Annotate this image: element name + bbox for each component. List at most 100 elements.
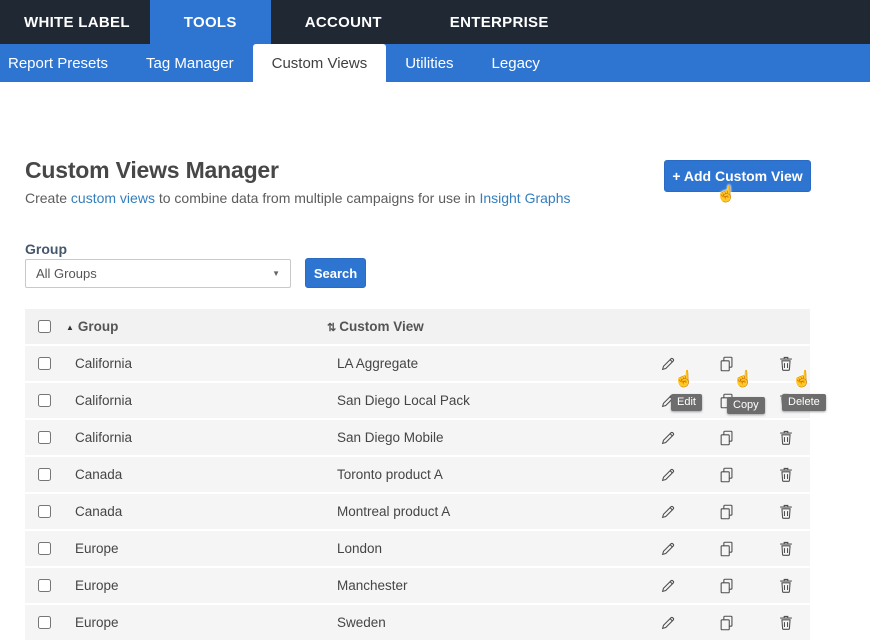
copy-icon: [718, 355, 736, 373]
table-row: California LA Aggregate: [25, 346, 810, 381]
delete-button[interactable]: [776, 613, 796, 633]
search-button[interactable]: Search: [305, 258, 366, 288]
copy-icon: [718, 503, 736, 521]
row-group: Canada: [63, 504, 325, 519]
edit-button[interactable]: [658, 354, 678, 374]
edit-button[interactable]: [658, 576, 678, 596]
copy-icon: [718, 577, 736, 595]
edit-button[interactable]: [658, 465, 678, 485]
copy-icon: [718, 614, 736, 632]
edit-button[interactable]: [658, 613, 678, 633]
delete-button[interactable]: [776, 428, 796, 448]
copy-button[interactable]: [717, 613, 737, 633]
trash-icon: [777, 540, 795, 558]
row-checkbox-cell: [25, 505, 63, 518]
group-select[interactable]: All Groups ▼: [25, 259, 291, 288]
trash-icon: [777, 466, 795, 484]
row-custom-view: San Diego Local Pack: [325, 393, 635, 408]
row-group: California: [63, 393, 325, 408]
topnav-item-white-label[interactable]: WHITE LABEL: [0, 0, 150, 44]
copy-button[interactable]: [717, 465, 737, 485]
row-group: California: [63, 430, 325, 445]
row-checkbox[interactable]: [38, 505, 51, 518]
row-checkbox[interactable]: [38, 542, 51, 555]
insight-graphs-link[interactable]: Insight Graphs: [479, 190, 570, 206]
subnav-item-custom-views[interactable]: Custom Views: [253, 44, 387, 82]
delete-button[interactable]: [776, 502, 796, 522]
subnav-item-report-presets[interactable]: Report Presets: [0, 44, 127, 82]
row-checkbox[interactable]: [38, 468, 51, 481]
row-checkbox-cell: [25, 468, 63, 481]
row-actions: [635, 539, 810, 559]
row-custom-view: San Diego Mobile: [325, 430, 635, 445]
header-checkbox-cell: [25, 320, 63, 333]
topnav-item-enterprise[interactable]: ENTERPRISE: [416, 0, 583, 44]
topnav-item-tools[interactable]: TOOLS: [150, 0, 271, 44]
edit-button[interactable]: [658, 502, 678, 522]
page-title: Custom Views Manager: [25, 157, 279, 184]
pencil-icon: [659, 577, 677, 595]
pencil-icon: [659, 614, 677, 632]
topnav-item-account[interactable]: ACCOUNT: [271, 0, 416, 44]
row-checkbox-cell: [25, 431, 63, 444]
row-custom-view: LA Aggregate: [325, 356, 635, 371]
row-actions: [635, 428, 810, 448]
copy-button[interactable]: [717, 576, 737, 596]
row-group: Europe: [63, 541, 325, 556]
row-checkbox[interactable]: [38, 394, 51, 407]
delete-tooltip: Delete: [782, 394, 826, 411]
row-checkbox-cell: [25, 357, 63, 370]
sub-nav: Report Presets Tag Manager Custom Views …: [0, 44, 870, 82]
table-row: Europe London: [25, 531, 810, 566]
delete-button[interactable]: [776, 576, 796, 596]
table-row: Europe Manchester: [25, 568, 810, 603]
delete-button[interactable]: [776, 465, 796, 485]
select-all-checkbox[interactable]: [38, 320, 51, 333]
table-row: Canada Montreal product A: [25, 494, 810, 529]
table-row: California San Diego Mobile: [25, 420, 810, 455]
row-checkbox[interactable]: [38, 616, 51, 629]
table-row: Europe Sweden: [25, 605, 810, 640]
row-custom-view: Toronto product A: [325, 467, 635, 482]
group-filter-label: Group: [25, 241, 67, 257]
chevron-down-icon: ▼: [272, 269, 280, 278]
row-actions: [635, 576, 810, 596]
edit-tooltip: Edit: [671, 394, 702, 411]
custom-views-link[interactable]: custom views: [71, 190, 155, 206]
row-group: Canada: [63, 467, 325, 482]
header-custom-view[interactable]: ⇅Custom View: [325, 319, 635, 334]
edit-button[interactable]: [658, 428, 678, 448]
page-subtitle: Create custom views to combine data from…: [25, 190, 571, 206]
subtitle-text: Create: [25, 190, 71, 206]
row-checkbox[interactable]: [38, 431, 51, 444]
row-custom-view: Manchester: [325, 578, 635, 593]
pencil-icon: [659, 355, 677, 373]
header-group-label: Group: [78, 319, 119, 334]
header-group[interactable]: ▲Group: [63, 319, 325, 334]
subnav-item-utilities[interactable]: Utilities: [386, 44, 472, 82]
subnav-item-legacy[interactable]: Legacy: [473, 44, 559, 82]
row-group: California: [63, 356, 325, 371]
row-custom-view: Montreal product A: [325, 504, 635, 519]
copy-button[interactable]: [717, 539, 737, 559]
row-checkbox[interactable]: [38, 357, 51, 370]
trash-icon: [777, 429, 795, 447]
group-select-value: All Groups: [36, 266, 97, 281]
row-checkbox[interactable]: [38, 579, 51, 592]
copy-button[interactable]: [717, 354, 737, 374]
copy-button[interactable]: [717, 502, 737, 522]
delete-button[interactable]: [776, 539, 796, 559]
delete-button[interactable]: [776, 354, 796, 374]
subtitle-text: to combine data from multiple campaigns …: [155, 190, 480, 206]
row-actions: [635, 465, 810, 485]
row-checkbox-cell: [25, 394, 63, 407]
subnav-item-tag-manager[interactable]: Tag Manager: [127, 44, 253, 82]
row-checkbox-cell: [25, 579, 63, 592]
add-custom-view-button[interactable]: + Add Custom View: [664, 160, 811, 192]
trash-icon: [777, 503, 795, 521]
trash-icon: [777, 355, 795, 373]
copy-icon: [718, 466, 736, 484]
edit-button[interactable]: [658, 539, 678, 559]
table-header-row: ▲Group ⇅Custom View: [25, 309, 810, 344]
copy-button[interactable]: [717, 428, 737, 448]
